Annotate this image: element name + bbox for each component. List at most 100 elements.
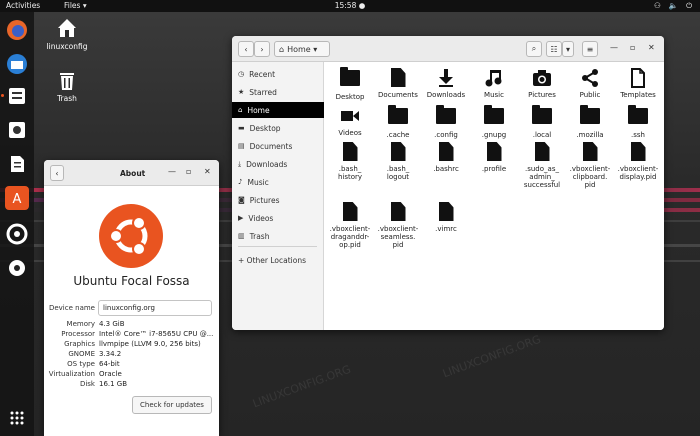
chevron-left-icon: ‹ [55, 168, 59, 178]
info-value: Intel® Core™ i7-8565U CPU @... [99, 330, 214, 338]
back-button[interactable]: ‹ [50, 165, 64, 181]
file-item[interactable]: .vimrc [422, 202, 470, 233]
info-row-memory: Memory 4.3 GiB [44, 320, 219, 330]
file-item[interactable]: Pictures [518, 68, 566, 99]
file-item[interactable]: .bashrc [422, 142, 470, 173]
video-icon: ▶ [238, 214, 244, 222]
file-item[interactable]: .config [422, 105, 470, 139]
sidebar-item-pictures[interactable]: ◙ Pictures [232, 192, 324, 208]
folder-icon [628, 105, 648, 128]
sidebar-item-recent[interactable]: ◷ Recent [232, 66, 324, 82]
file-item[interactable]: Documents [374, 68, 422, 99]
file-item[interactable]: .vboxclient- seamless. pid [374, 202, 422, 249]
home-icon: ⌂ [238, 106, 243, 114]
file-item[interactable]: .local [518, 105, 566, 139]
sidebar-item-label: Trash [249, 231, 270, 241]
maximize-button[interactable]: ▫ [186, 167, 191, 176]
thunderbird-icon[interactable] [5, 52, 29, 76]
system-tray[interactable]: ⚇ 🔈 ⏻ [654, 1, 692, 11]
file-item[interactable]: .ssh [614, 105, 662, 139]
dock: A [0, 12, 34, 436]
settings-icon[interactable] [5, 256, 29, 280]
desktop-icon-home[interactable]: linuxconfig [42, 16, 92, 51]
back-button[interactable]: ‹ [238, 41, 254, 57]
file-item[interactable]: .vboxclient- display.pid [614, 142, 662, 181]
file-item[interactable]: .gnupg [470, 105, 518, 139]
forward-button[interactable]: › [254, 41, 270, 57]
camera-icon [532, 68, 552, 88]
file-item[interactable]: .mozilla [566, 105, 614, 139]
help-icon[interactable] [5, 222, 29, 246]
sidebar-item-desktop[interactable]: ▬ Desktop [232, 120, 324, 136]
sidebar-item-downloads[interactable]: ⤓ Downloads [232, 156, 324, 172]
files-icon[interactable] [5, 84, 29, 108]
file-item-label: .bash_ logout [386, 165, 410, 181]
check-updates-button[interactable]: Check for updates [132, 396, 212, 414]
file-item[interactable]: .vboxclient- clipboard. pid [566, 142, 614, 189]
file-item-label: .vboxclient- display.pid [617, 165, 659, 181]
files-app-menu[interactable]: Files ▾ [64, 1, 87, 10]
file-item[interactable]: Music [470, 68, 518, 99]
window-title: About [120, 169, 146, 178]
file-item-label: .vimrc [435, 225, 457, 233]
file-item[interactable]: .bash_ history [326, 142, 374, 181]
software-icon[interactable]: A [5, 186, 29, 210]
file-item[interactable]: Public [566, 68, 614, 99]
file-item-label: .config [434, 131, 458, 139]
info-key: Processor [61, 330, 95, 338]
path-bar-home[interactable]: ⌂ Home ▾ [274, 41, 330, 57]
clock-icon: ◷ [238, 70, 245, 78]
os-name: Ubuntu Focal Fossa [73, 274, 190, 288]
sidebar-item-label: Pictures [249, 195, 280, 205]
firefox-icon[interactable] [5, 18, 29, 42]
file-item[interactable]: Videos [326, 106, 374, 137]
writer-icon[interactable] [5, 152, 29, 176]
device-name-field[interactable]: linuxconfig.org [98, 300, 212, 316]
search-button[interactable]: ⌕ [526, 41, 542, 57]
clock[interactable]: 15:58 ● [335, 1, 366, 10]
view-list-button[interactable]: ☷ [546, 41, 562, 57]
chevron-down-icon: ▾ [565, 44, 570, 54]
file-item[interactable]: .cache [374, 105, 422, 139]
show-applications-icon[interactable] [5, 406, 29, 430]
folder-icon [484, 105, 504, 128]
files-sidebar: ◷ Recent ★ Starred ⌂ Home ▬ Desktop ▤ Documents ⤓ D… [232, 62, 324, 330]
close-button[interactable]: ✕ [648, 43, 655, 52]
file-item[interactable]: .sudo_as_ admin_ successful [518, 142, 566, 189]
sidebar-item-music[interactable]: ♪ Music [232, 174, 324, 190]
info-row-processor: Processor Intel® Core™ i7-8565U CPU @... [44, 330, 219, 340]
sidebar-item-starred[interactable]: ★ Starred [232, 84, 324, 100]
desktop-icon-label: Trash [57, 94, 77, 103]
close-button[interactable]: ✕ [204, 167, 211, 176]
file-item[interactable]: Templates [614, 68, 662, 99]
activities-button[interactable]: Activities [6, 1, 40, 10]
sidebar-item-home[interactable]: ⌂ Home [232, 102, 324, 118]
view-options-button[interactable]: ▾ [562, 41, 574, 57]
sidebar-item-videos[interactable]: ▶ Videos [232, 210, 324, 226]
file-item-label: .ssh [631, 131, 645, 139]
maximize-button[interactable]: ▫ [630, 43, 635, 52]
file-item[interactable]: .profile [470, 142, 518, 173]
desktop-icon-trash[interactable]: Trash [42, 68, 92, 103]
sidebar-item-label: Recent [249, 69, 276, 79]
minimize-button[interactable]: — [168, 167, 176, 176]
info-value: Oracle [99, 370, 122, 378]
device-name-label: Device name [48, 304, 95, 312]
file-item-label: Documents [378, 91, 418, 99]
document-icon [388, 68, 408, 88]
menu-button[interactable]: ≡ [582, 41, 598, 57]
rhythmbox-icon[interactable] [5, 118, 29, 142]
file-item-label: .gnupg [481, 131, 507, 139]
sidebar-item-trash[interactable]: ▥ Trash [232, 228, 324, 244]
folder-icon [340, 67, 360, 90]
sidebar-item-documents[interactable]: ▤ Documents [232, 138, 324, 154]
file-item[interactable]: .bash_ logout [374, 142, 422, 181]
file-item[interactable]: .vboxclient- draganddr- op.pid [326, 202, 374, 249]
file-item[interactable]: Downloads [422, 68, 470, 99]
minimize-button[interactable]: — [610, 43, 618, 52]
template-icon [628, 68, 648, 88]
sidebar-item-otherlocations[interactable]: + Other Locations [232, 252, 324, 268]
file-item[interactable]: Desktop [326, 67, 374, 101]
volume-icon: 🔈 [668, 1, 679, 10]
info-value: 4.3 GiB [99, 320, 125, 328]
